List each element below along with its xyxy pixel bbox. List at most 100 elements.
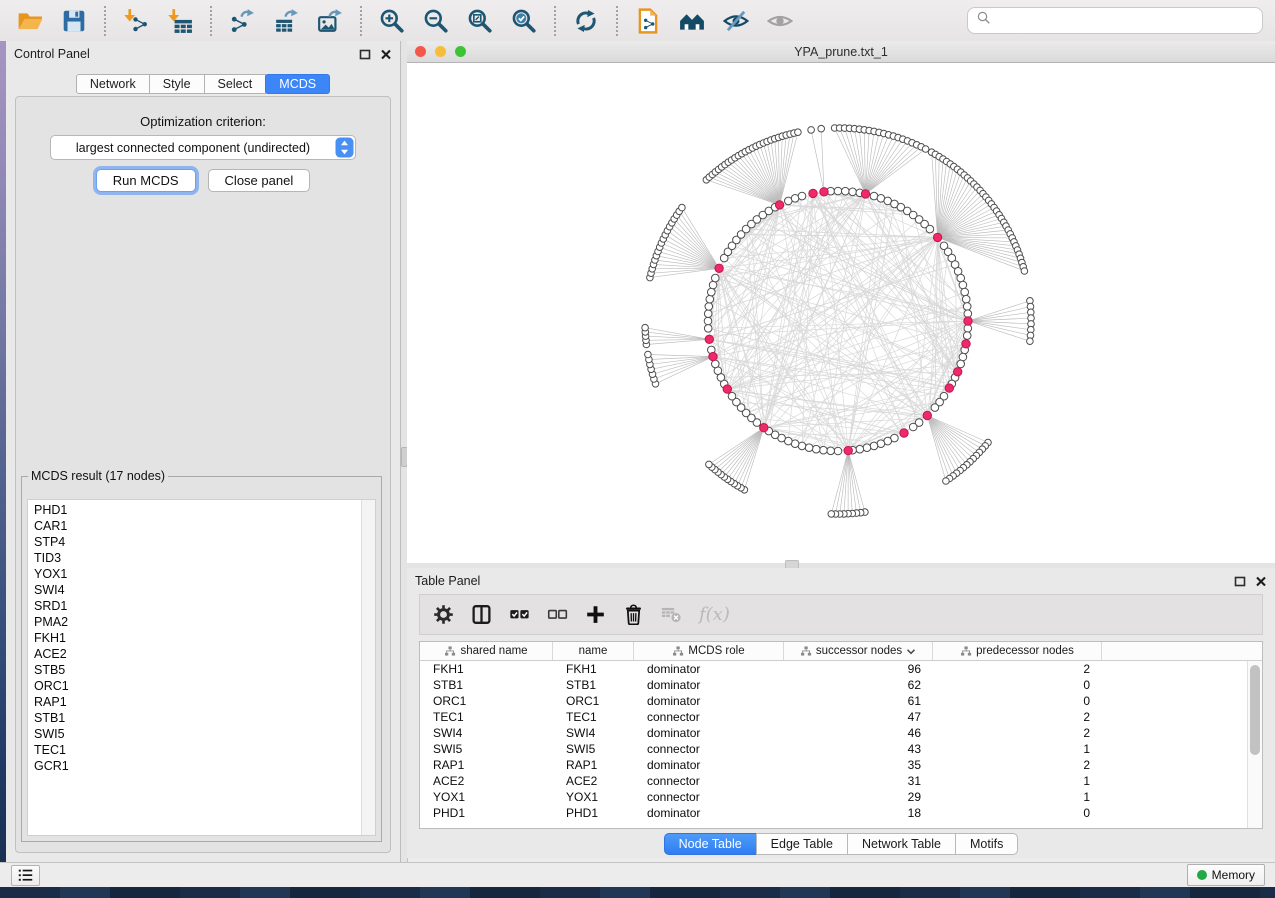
table-row[interactable]: FKH1FKH1dominator962 <box>420 661 1248 677</box>
table-row[interactable]: STB1STB1dominator620 <box>420 677 1248 693</box>
mcds-result-item[interactable]: TID3 <box>28 550 362 566</box>
cell-name: TEC1 <box>553 709 634 725</box>
sort-icon <box>906 647 916 656</box>
mcds-result-item[interactable]: ACE2 <box>28 646 362 662</box>
gear-icon <box>433 604 454 625</box>
tab-style[interactable]: Style <box>149 74 205 94</box>
table-row[interactable]: SWI4SWI4dominator462 <box>420 725 1248 741</box>
mcds-result-item[interactable]: PHD1 <box>28 502 362 518</box>
float-table-panel-icon[interactable] <box>1234 576 1246 587</box>
search-icon <box>975 9 993 32</box>
column-header-name[interactable]: name <box>553 642 634 660</box>
toggle-graphics-details-button[interactable] <box>721 6 751 36</box>
export-table-button[interactable] <box>271 6 301 36</box>
export-network-button[interactable] <box>227 6 257 36</box>
tab-network[interactable]: Network <box>76 74 150 94</box>
table-scrollbar-thumb[interactable] <box>1250 665 1260 755</box>
export-image-button[interactable] <box>315 6 345 36</box>
show-columns-button[interactable] <box>470 603 493 626</box>
mcds-result-item[interactable]: SWI5 <box>28 726 362 742</box>
import-network-button[interactable] <box>121 6 151 36</box>
trash-icon <box>623 604 644 625</box>
delete-columns-button[interactable] <box>622 603 645 626</box>
open-session-button[interactable] <box>15 6 45 36</box>
network-overview-button[interactable] <box>677 6 707 36</box>
mcds-result-item[interactable]: STP4 <box>28 534 362 550</box>
cell-filler <box>1102 757 1248 773</box>
toolbar-separator <box>360 6 362 36</box>
select-all-rows-button[interactable] <box>508 603 531 626</box>
cell-filler <box>1102 773 1248 789</box>
import-network-icon <box>123 8 149 34</box>
add-column-button[interactable] <box>584 603 607 626</box>
close-panel-button[interactable]: Close panel <box>208 169 311 192</box>
table-row[interactable]: RAP1RAP1dominator352 <box>420 757 1248 773</box>
tab-select[interactable]: Select <box>204 74 267 94</box>
search-box[interactable] <box>967 7 1263 34</box>
mcds-result-item[interactable]: YOX1 <box>28 566 362 582</box>
mcds-result-item[interactable]: PMA2 <box>28 614 362 630</box>
column-header-shared-name[interactable]: shared name <box>420 642 553 660</box>
mcds-result-item[interactable]: STB5 <box>28 662 362 678</box>
cell-predecessor-nodes: 0 <box>933 693 1102 709</box>
search-input[interactable] <box>997 10 1262 32</box>
column-label: shared name <box>460 645 527 657</box>
save-session-button[interactable] <box>59 6 89 36</box>
plus-icon <box>585 604 606 625</box>
cell-name: SWI5 <box>553 741 634 757</box>
close-table-panel-icon[interactable] <box>1255 576 1267 587</box>
cell-predecessor-nodes: 1 <box>933 789 1102 805</box>
tab-motifs[interactable]: Motifs <box>955 833 1018 855</box>
mcds-result-item[interactable]: GCR1 <box>28 758 362 774</box>
import-table-button[interactable] <box>165 6 195 36</box>
mcds-result-item[interactable]: CAR1 <box>28 518 362 534</box>
refresh-icon <box>573 8 599 34</box>
cell-successor-nodes: 62 <box>784 677 933 693</box>
cell-filler <box>1102 725 1248 741</box>
mcds-result-item[interactable]: SRD1 <box>28 598 362 614</box>
column-header-successor-nodes[interactable]: successor nodes <box>784 642 933 660</box>
mcds-result-item[interactable]: FKH1 <box>28 630 362 646</box>
table-scrollbar[interactable] <box>1247 661 1262 828</box>
memory-button[interactable]: Memory <box>1187 864 1265 886</box>
mcds-result-scrollbar[interactable] <box>361 500 375 835</box>
zoom-in-button[interactable] <box>377 6 407 36</box>
table-header-row: shared name nameMCDS rolesuccessor nodesp… <box>420 642 1262 661</box>
open-network-file-button[interactable] <box>633 6 663 36</box>
tab-network-table[interactable]: Network Table <box>847 833 956 855</box>
table-row[interactable]: SWI5SWI5connector431 <box>420 741 1248 757</box>
table-row[interactable]: PHD1PHD1dominator180 <box>420 805 1248 821</box>
float-panel-icon[interactable] <box>359 49 371 60</box>
table-settings-button[interactable] <box>432 603 455 626</box>
criterion-dropdown[interactable]: largest connected component (undirected) <box>50 135 356 160</box>
tab-label: MCDS <box>279 77 316 91</box>
cell-mcds-role: dominator <box>634 757 784 773</box>
column-header-mcds-role[interactable]: MCDS role <box>634 642 784 660</box>
mcds-result-item[interactable]: RAP1 <box>28 694 362 710</box>
network-canvas[interactable] <box>407 63 1275 564</box>
network-view-window: YPA_prune.txt_1 <box>407 41 1275 563</box>
run-mcds-button[interactable]: Run MCDS <box>96 169 196 192</box>
mcds-result-item[interactable]: TEC1 <box>28 742 362 758</box>
mcds-result-item[interactable]: SWI4 <box>28 582 362 598</box>
network-graph <box>407 63 1275 564</box>
refresh-network-button[interactable] <box>571 6 601 36</box>
table-row[interactable]: ACE2ACE2connector311 <box>420 773 1248 789</box>
table-row[interactable]: ORC1ORC1dominator610 <box>420 693 1248 709</box>
deselect-all-rows-button[interactable] <box>546 603 569 626</box>
zoom-selected-button[interactable] <box>509 6 539 36</box>
mcds-result-item[interactable]: STB1 <box>28 710 362 726</box>
table-row[interactable]: YOX1YOX1connector291 <box>420 789 1248 805</box>
cell-mcds-role: dominator <box>634 677 784 693</box>
zoom-fit-content-button[interactable] <box>465 6 495 36</box>
column-header-predecessor-nodes[interactable]: predecessor nodes <box>933 642 1102 660</box>
zoom-out-button[interactable] <box>421 6 451 36</box>
close-panel-icon[interactable] <box>380 49 392 60</box>
export-network-icon <box>229 8 255 34</box>
table-row[interactable]: TEC1TEC1connector472 <box>420 709 1248 725</box>
tab-edge-table[interactable]: Edge Table <box>756 833 848 855</box>
tab-node-table[interactable]: Node Table <box>664 833 757 855</box>
tab-mcds[interactable]: MCDS <box>265 74 330 94</box>
mcds-result-item[interactable]: ORC1 <box>28 678 362 694</box>
task-history-button[interactable] <box>11 865 40 886</box>
